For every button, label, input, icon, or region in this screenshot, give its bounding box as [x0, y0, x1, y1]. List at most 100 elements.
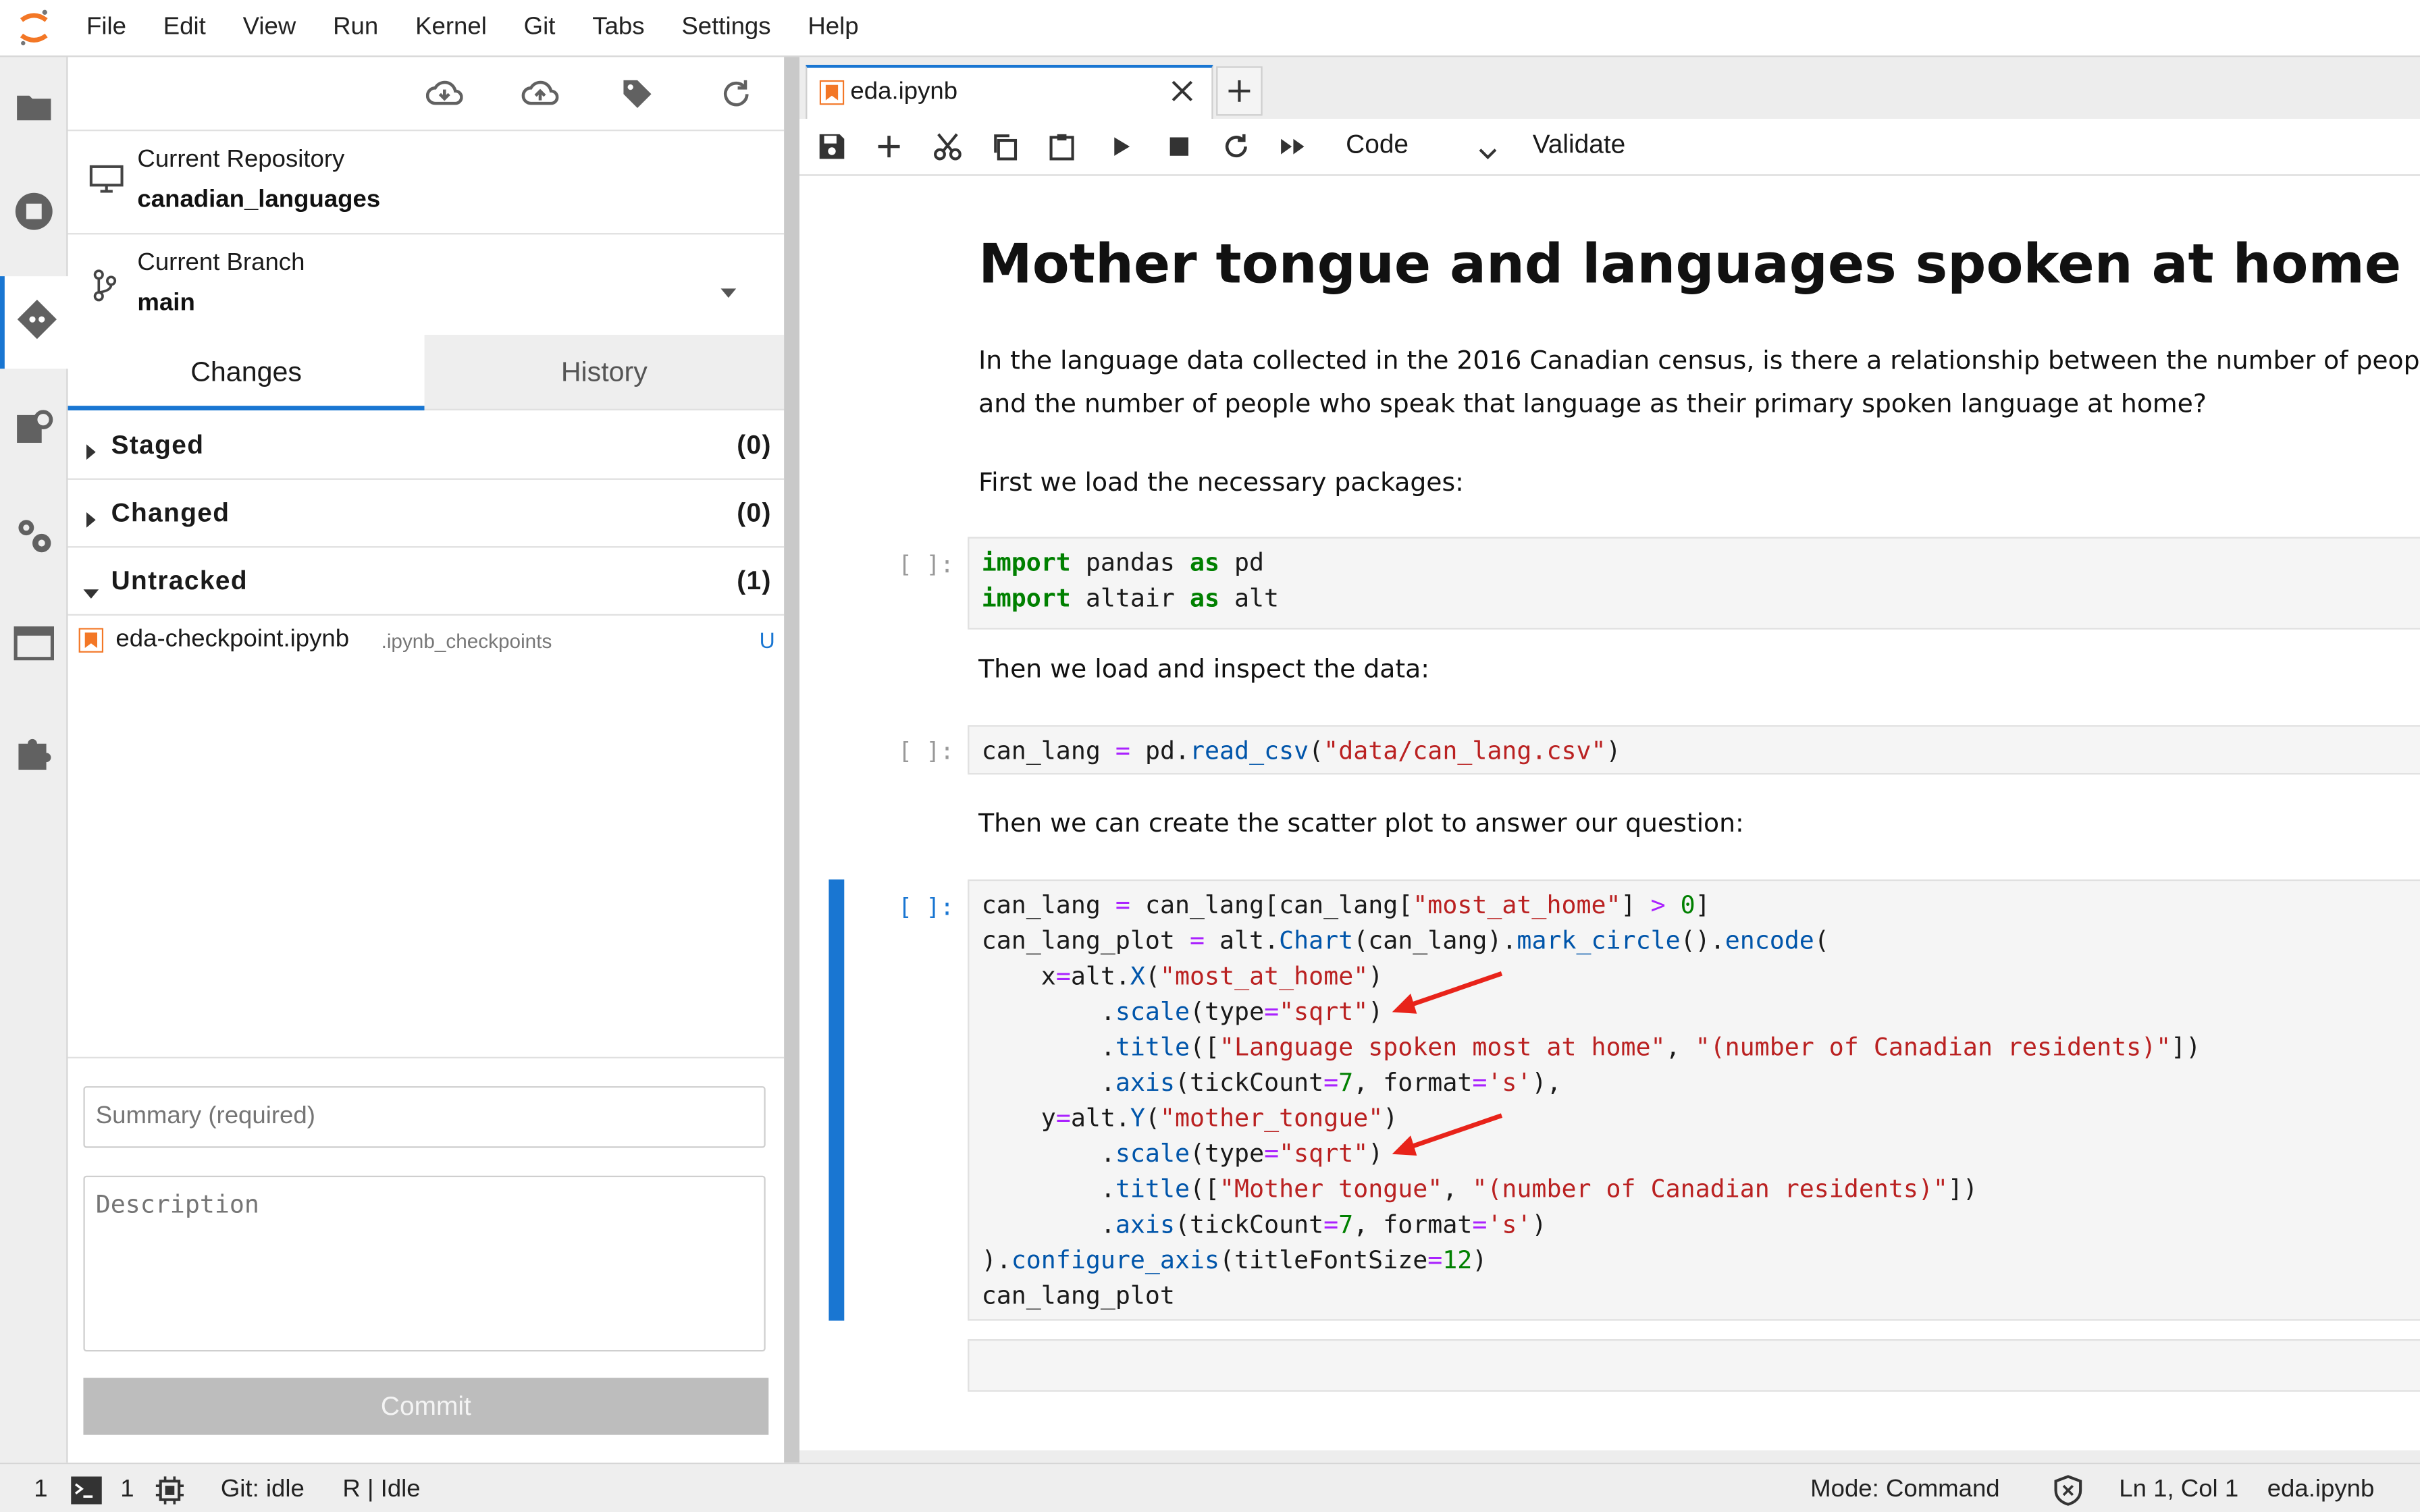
- menu-kernel[interactable]: Kernel: [397, 0, 506, 55]
- untracked-section[interactable]: Untracked (1): [68, 547, 785, 616]
- changed-section[interactable]: Changed (0): [68, 480, 785, 548]
- running-tab[interactable]: [0, 168, 66, 261]
- untracked-count: (1): [737, 566, 772, 596]
- git-tabs: Changes History: [68, 335, 785, 410]
- menu-tabs[interactable]: Tabs: [574, 0, 663, 55]
- cloud-upload-icon[interactable]: [521, 76, 559, 113]
- window-icon: [12, 625, 54, 668]
- puzzle-icon: [13, 730, 53, 778]
- add-cell-icon[interactable]: [870, 128, 908, 165]
- cut-icon[interactable]: [929, 128, 966, 165]
- mode-status[interactable]: Mode: Command: [1810, 1476, 2000, 1504]
- changed-label: Changed: [111, 498, 230, 528]
- tab-changes[interactable]: Changes: [68, 335, 425, 410]
- document-tab-bar: eda.ipynb: [799, 57, 2420, 121]
- notebook-heading: Mother tongue and languages spoken at ho…: [978, 234, 2420, 296]
- scatter-text: Then we can create the scatter plot to a…: [978, 808, 1744, 838]
- extensions-tab[interactable]: [0, 708, 66, 801]
- stop-icon[interactable]: [1161, 128, 1198, 165]
- extensions-settings-tab[interactable]: [0, 492, 66, 585]
- close-icon[interactable]: [1172, 80, 1193, 109]
- git-icon: [16, 298, 56, 346]
- untracked-file-row[interactable]: eda-checkpoint.ipynb .ipynb_checkpoints …: [68, 616, 785, 665]
- packages-text: First we load the necessary packages:: [978, 467, 1464, 497]
- fast-forward-icon[interactable]: [1275, 128, 1312, 165]
- cell-prompt: [ ]:: [898, 893, 954, 921]
- cell-type-select[interactable]: Code: [1346, 130, 1409, 161]
- staged-label: Staged: [111, 430, 205, 460]
- commit-button[interactable]: Commit: [83, 1378, 769, 1435]
- untracked-file-name: eda-checkpoint.ipynb: [115, 626, 350, 653]
- code-cell-read-csv[interactable]: can_lang = pd.read_csv("data/can_lang.cs…: [968, 725, 2420, 775]
- shield-icon[interactable]: [2053, 1475, 2084, 1512]
- panel-splitter[interactable]: [784, 57, 799, 1463]
- code-cell-plot[interactable]: can_lang = can_lang[can_lang["most_at_ho…: [968, 879, 2420, 1321]
- current-repo-label: Current Repository: [137, 146, 345, 173]
- stop-circle-icon: [13, 190, 53, 238]
- run-icon[interactable]: [1103, 128, 1140, 165]
- cell-prompt: [ ]:: [898, 737, 954, 765]
- notebook-file-icon: [819, 80, 845, 113]
- tag-icon[interactable]: [619, 76, 656, 113]
- kernel-count: 1: [120, 1476, 134, 1503]
- jupyter-logo-icon: [0, 0, 68, 55]
- commit-description-input[interactable]: [83, 1175, 766, 1352]
- cell-prompt: [ ]:: [898, 551, 954, 579]
- git-status[interactable]: Git: idle: [221, 1476, 305, 1504]
- chip-icon[interactable]: [155, 1475, 186, 1512]
- current-repository[interactable]: Current Repository canadian_languages: [68, 131, 785, 235]
- kernel-status[interactable]: R | Idle: [342, 1476, 420, 1504]
- staged-section[interactable]: Staged (0): [68, 412, 785, 480]
- document-tab[interactable]: eda.ipynb: [806, 65, 1213, 121]
- code-cell-imports[interactable]: import pandas as pd import altair as alt: [968, 537, 2420, 630]
- branch-icon: [93, 269, 117, 310]
- caret-down-icon: [83, 576, 99, 607]
- menu-file[interactable]: File: [68, 0, 145, 55]
- caret-right-icon: [86, 437, 96, 468]
- commit-summary-input[interactable]: [83, 1086, 766, 1148]
- paste-icon[interactable]: [1043, 128, 1080, 165]
- current-repo-name: canadian_languages: [137, 186, 381, 213]
- activity-bar: [0, 57, 68, 1463]
- cloud-download-icon[interactable]: [425, 76, 463, 113]
- gears-icon: [13, 514, 53, 562]
- menu-view[interactable]: View: [224, 0, 314, 55]
- notebook-file-icon: [78, 628, 104, 660]
- current-branch-name: main: [137, 290, 195, 317]
- caret-down-icon[interactable]: [720, 277, 737, 305]
- changed-count: (0): [737, 498, 772, 528]
- save-icon[interactable]: [814, 128, 851, 165]
- property-inspector-tab[interactable]: [0, 384, 66, 477]
- menu-edit[interactable]: Edit: [144, 0, 224, 55]
- cursor-position[interactable]: Ln 1, Col 1: [2119, 1476, 2238, 1504]
- current-branch[interactable]: Current Branch main: [68, 234, 785, 335]
- inspector-icon: [13, 406, 53, 454]
- copy-icon[interactable]: [987, 128, 1024, 165]
- tabs-tab[interactable]: [0, 600, 66, 693]
- annotation-arrow-x-scale: [1392, 971, 1503, 1014]
- refresh-icon[interactable]: [718, 76, 755, 113]
- notebook-content: Mother tongue and languages spoken at ho…: [799, 176, 2420, 1451]
- notebook-toolbar: Code Validate: [799, 119, 2420, 176]
- validate-button[interactable]: Validate: [1533, 130, 1626, 161]
- tab-history[interactable]: History: [424, 335, 785, 410]
- restart-icon[interactable]: [1217, 128, 1255, 165]
- caret-right-icon: [86, 504, 96, 535]
- load-data-text: Then we load and inspect the data:: [978, 654, 1429, 684]
- terminal-count: 1: [34, 1476, 48, 1503]
- file-browser-tab[interactable]: [0, 63, 66, 156]
- empty-code-cell[interactable]: [968, 1339, 2420, 1392]
- chevron-down-icon[interactable]: [1479, 140, 1497, 168]
- notebook-area: eda.ipynb Code Validate Mother tongue an…: [799, 57, 2420, 1463]
- menu-git[interactable]: Git: [505, 0, 574, 55]
- menu-help[interactable]: Help: [789, 0, 877, 55]
- menu-run[interactable]: Run: [315, 0, 397, 55]
- intro-line-2: and the number of people who speak that …: [978, 389, 2207, 418]
- new-tab-plus-icon[interactable]: [1216, 66, 1263, 116]
- terminal-icon[interactable]: [71, 1476, 102, 1512]
- intro-line-1: In the language data collected in the 20…: [978, 346, 2420, 375]
- folder-icon: [15, 90, 52, 129]
- git-tab[interactable]: [0, 276, 68, 369]
- document-tab-title: eda.ipynb: [850, 78, 958, 105]
- menu-settings[interactable]: Settings: [663, 0, 789, 55]
